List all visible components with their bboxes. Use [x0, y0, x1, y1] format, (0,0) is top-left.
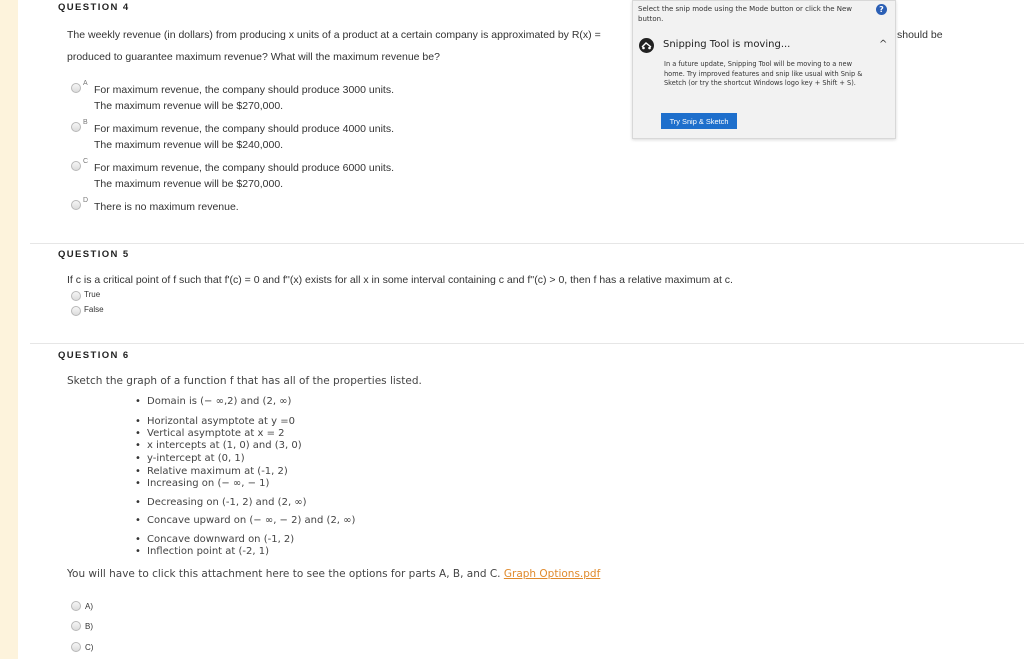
q4-option-c-radio[interactable]: [71, 161, 81, 171]
snipping-tool-icon: [639, 38, 654, 53]
question-5-stem: If c is a critical point of f such that …: [67, 274, 733, 286]
notification-title-row: Snipping Tool is moving... ^: [639, 38, 889, 54]
question-6-stem: Sketch the graph of a function f that ha…: [67, 375, 422, 387]
question-5-header: QUESTION 5: [58, 249, 130, 260]
question-6-header: QUESTION 6: [58, 350, 130, 361]
q5-false-radio[interactable]: [71, 306, 81, 316]
q4-option-c-line2: The maximum revenue will be $270,000.: [94, 178, 284, 190]
q4-option-a-line1: For maximum revenue, the company should …: [94, 84, 394, 96]
help-icon[interactable]: ?: [876, 4, 887, 15]
try-snip-sketch-button[interactable]: Try Snip & Sketch: [661, 113, 737, 129]
left-accent-strip: [0, 0, 18, 659]
q4-option-a-letter: A: [83, 80, 88, 87]
q4-option-d-line1: There is no maximum revenue.: [94, 201, 239, 213]
q4-option-b-line2: The maximum revenue will be $240,000.: [94, 139, 284, 151]
property-item: Concave upward on (− ∞, − 2) and (2, ∞): [135, 515, 355, 526]
q4-option-a-radio[interactable]: [71, 83, 81, 93]
property-item: x intercepts at (1, 0) and (3, 0): [135, 440, 302, 451]
property-item: Domain is (− ∞,2) and (2, ∞): [135, 396, 291, 407]
q6-option-a-label: A): [85, 602, 93, 611]
property-item: Horizontal asymptote at y =0: [135, 416, 295, 427]
q4-option-d-radio[interactable]: [71, 200, 81, 210]
attachment-instruction: You will have to click this attachment h…: [67, 568, 600, 580]
snip-mode-instruction: Select the snip mode using the Mode butt…: [638, 5, 852, 23]
q6-option-c-radio[interactable]: [71, 642, 81, 652]
attachment-text: You will have to click this attachment h…: [67, 568, 501, 580]
q5-false-label: False: [84, 305, 104, 314]
q4-option-b-letter: B: [83, 119, 88, 126]
notification-body: In a future update, Snipping Tool will b…: [664, 60, 863, 88]
q4-option-b-line1: For maximum revenue, the company should …: [94, 123, 394, 135]
collapse-chevron-icon[interactable]: ^: [879, 39, 887, 50]
q4-option-b-radio[interactable]: [71, 122, 81, 132]
q6-option-c-label: C): [85, 643, 94, 652]
question-4-stem-fragment: should be: [897, 29, 943, 41]
q5-true-radio[interactable]: [71, 291, 81, 301]
question-4-stem-line2: produced to guarantee maximum revenue? W…: [67, 51, 440, 63]
snipping-tool-notification: Select the snip mode using the Mode butt…: [632, 0, 896, 139]
q6-option-a-radio[interactable]: [71, 601, 81, 611]
q6-option-b-radio[interactable]: [71, 621, 81, 631]
q6-option-b-label: B): [85, 622, 93, 631]
q5-true-label: True: [84, 290, 101, 299]
property-item: Inflection point at (-2, 1): [135, 546, 269, 557]
q4-option-c-letter: C: [83, 158, 89, 165]
property-item: Vertical asymptote at x = 2: [135, 428, 284, 439]
property-item: Relative maximum at (-1, 2): [135, 466, 288, 477]
q4-option-c-line1: For maximum revenue, the company should …: [94, 162, 394, 174]
question-divider: [30, 243, 1024, 244]
q4-option-d-letter: D: [83, 197, 89, 204]
question-4-header: QUESTION 4: [58, 2, 130, 13]
graph-options-link[interactable]: Graph Options.pdf: [504, 568, 600, 580]
property-item: y-intercept at (0, 1): [135, 453, 245, 464]
notification-title: Snipping Tool is moving...: [663, 39, 791, 50]
question-divider: [30, 343, 1024, 344]
property-item: Concave downward on (-1, 2): [135, 534, 294, 545]
property-item: Increasing on (− ∞, − 1): [135, 478, 269, 489]
question-4-stem-line1: The weekly revenue (in dollars) from pro…: [67, 29, 601, 41]
q4-option-a-line2: The maximum revenue will be $270,000.: [94, 100, 284, 112]
property-item: Decreasing on (-1, 2) and (2, ∞): [135, 497, 306, 508]
